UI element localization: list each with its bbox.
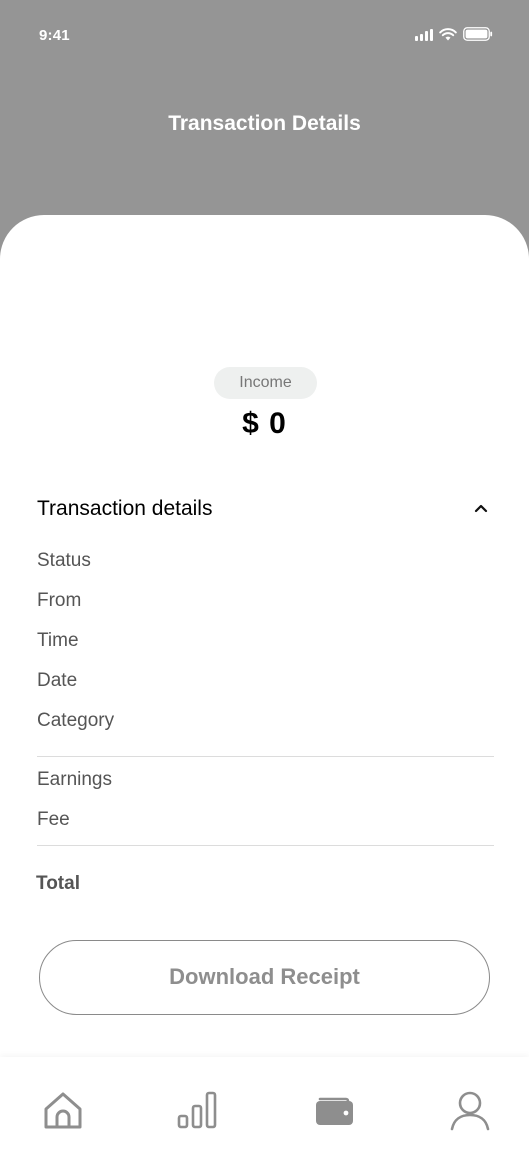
home-icon[interactable] [41, 1089, 85, 1133]
earnings-label: Earnings [37, 769, 112, 790]
transaction-type-badge: Income [214, 367, 317, 399]
wallet-icon[interactable] [312, 1089, 356, 1133]
divider [37, 756, 494, 757]
battery-icon [463, 27, 493, 41]
wifi-icon [439, 27, 457, 40]
transaction-details-title: Transaction details [37, 497, 213, 520]
cellular-signal-icon [415, 28, 433, 41]
divider [37, 845, 494, 846]
status-icons [415, 27, 493, 41]
status-time: 9:41 [39, 27, 70, 44]
transaction-amount: $ 0 [242, 407, 287, 440]
bar-chart-icon[interactable] [175, 1089, 219, 1133]
status-label: Status [37, 550, 91, 571]
time-label: Time [37, 630, 79, 651]
download-receipt-button[interactable]: Download Receipt [39, 940, 490, 1015]
category-label: Category [37, 710, 115, 731]
date-label: Date [37, 670, 78, 691]
total-label: Total [36, 873, 80, 894]
profile-icon[interactable] [448, 1089, 492, 1133]
chevron-up-icon[interactable] [472, 501, 490, 515]
page-title: Transaction Details [168, 112, 361, 135]
from-label: From [37, 590, 82, 611]
fee-label: Fee [37, 809, 70, 830]
